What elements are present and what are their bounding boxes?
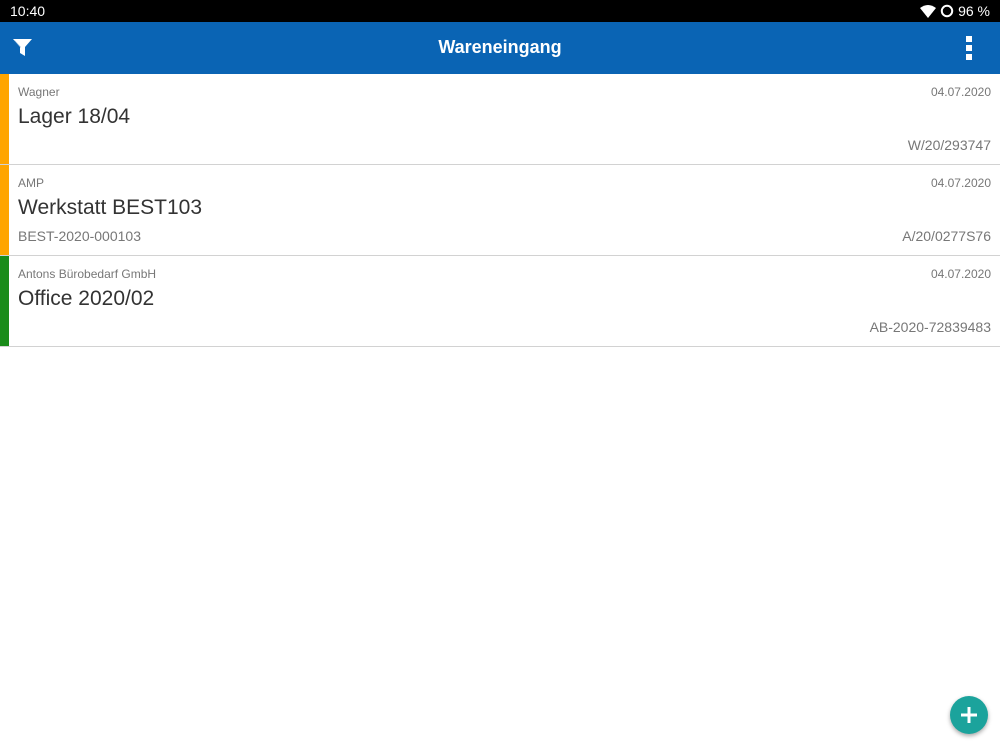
receipt-date: 04.07.2020 xyxy=(930,267,991,281)
status-bar: 10:40 96 % xyxy=(0,0,1000,22)
receipt-item[interactable]: Wagner 04.07.2020 Lager 18/04 W/20/29374… xyxy=(0,74,1000,165)
supplier-name: AMP xyxy=(18,176,45,190)
app-bar: Wareneingang xyxy=(0,22,1000,74)
more-options-button[interactable] xyxy=(964,34,974,62)
receipt-list: Wagner 04.07.2020 Lager 18/04 W/20/29374… xyxy=(0,74,1000,347)
supplier-name: Wagner xyxy=(18,85,60,99)
add-receipt-button[interactable] xyxy=(950,696,988,734)
wifi-icon xyxy=(920,4,937,18)
receipt-item[interactable]: Antons Bürobedarf GmbH 04.07.2020 Office… xyxy=(0,256,1000,347)
document-number: A/20/0277S76 xyxy=(902,228,991,244)
status-icons: 96 % xyxy=(920,3,990,19)
receipt-date: 04.07.2020 xyxy=(930,85,991,99)
status-time: 10:40 xyxy=(10,3,46,19)
supplier-name: Antons Bürobedarf GmbH xyxy=(18,267,157,281)
document-number: W/20/293747 xyxy=(907,137,991,153)
plus-icon xyxy=(961,707,977,723)
status-stripe xyxy=(0,165,9,255)
status-stripe xyxy=(0,256,9,346)
more-vert-icon xyxy=(966,36,972,60)
battery-percent: 96 % xyxy=(958,3,990,19)
receipt-item[interactable]: AMP 04.07.2020 Werkstatt BEST103 BEST-20… xyxy=(0,165,1000,256)
order-number: BEST-2020-000103 xyxy=(18,228,141,244)
status-stripe xyxy=(0,74,9,164)
document-number: AB-2020-72839483 xyxy=(869,319,991,335)
receipt-title: Werkstatt BEST103 xyxy=(18,196,203,219)
receipt-date: 04.07.2020 xyxy=(930,176,991,190)
page-title: Wareneingang xyxy=(438,37,562,57)
receipt-title: Lager 18/04 xyxy=(18,105,131,128)
receipt-title: Office 2020/02 xyxy=(18,287,155,310)
battery-ring-icon xyxy=(940,4,954,18)
